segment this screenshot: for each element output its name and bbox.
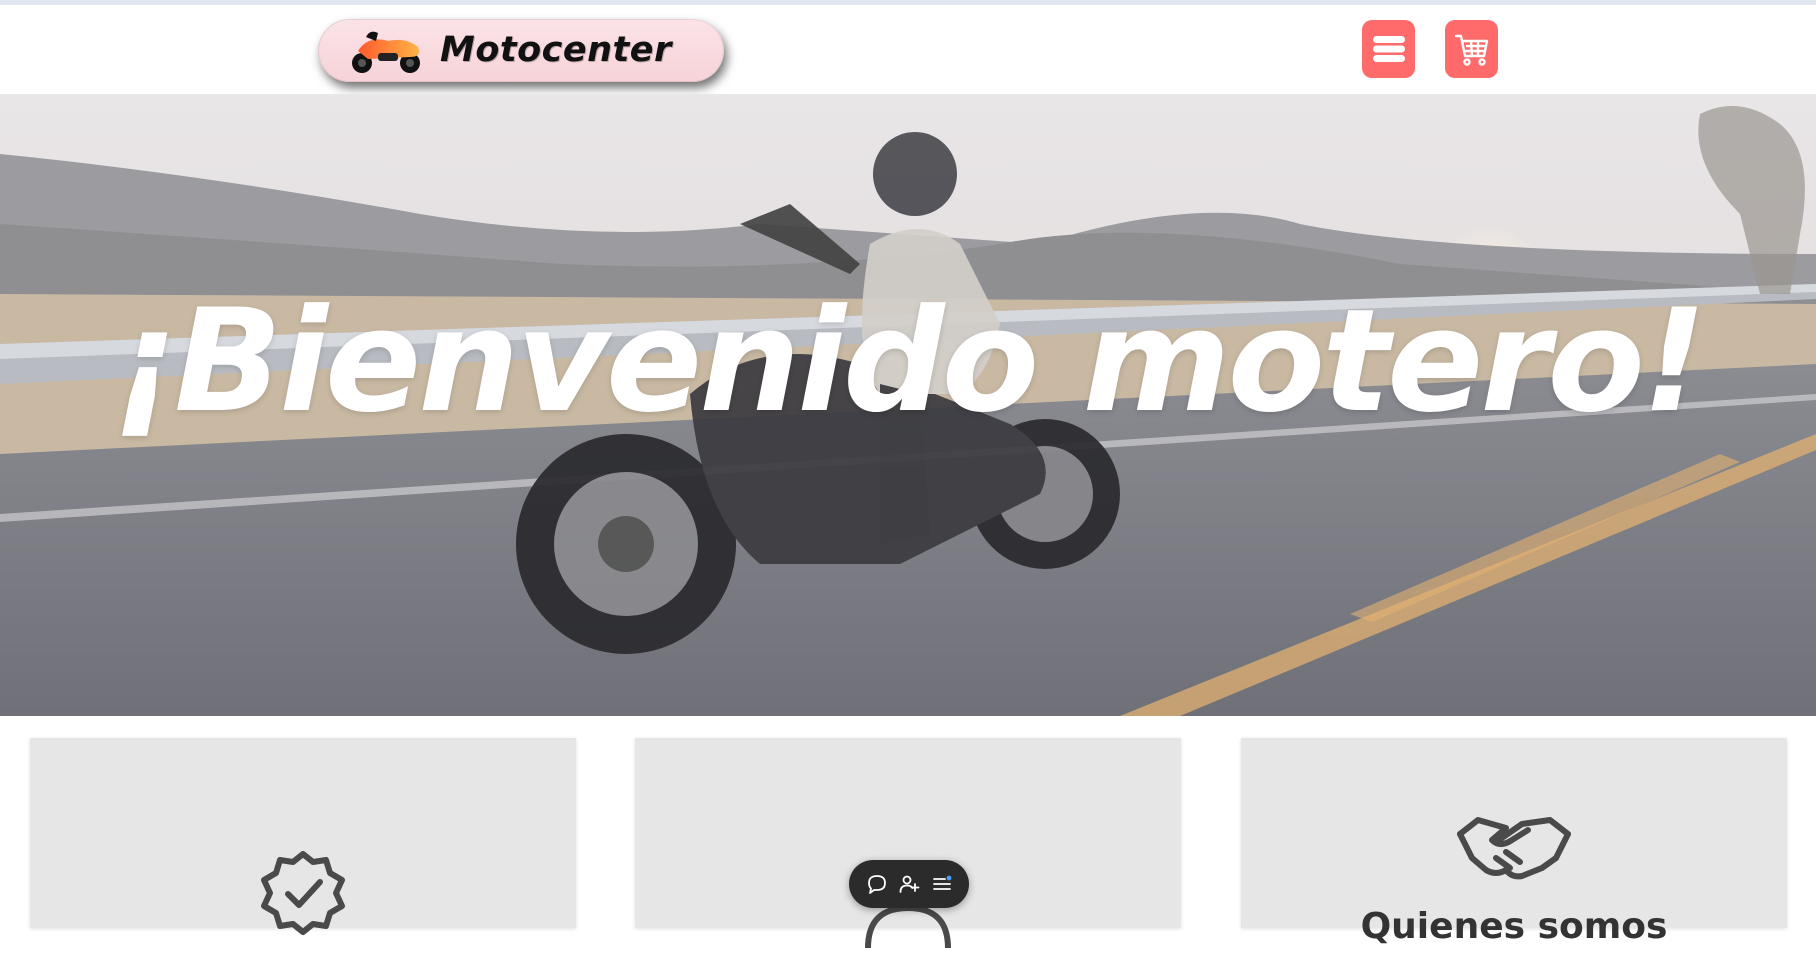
list-button[interactable] bbox=[929, 871, 955, 897]
feature-card bbox=[30, 738, 576, 935]
chat-icon bbox=[867, 875, 886, 894]
card-title: Quienes somos bbox=[1360, 906, 1668, 947]
floating-toolbar bbox=[849, 860, 969, 908]
shopping-cart-icon bbox=[1454, 34, 1488, 66]
chat-button[interactable] bbox=[864, 871, 890, 897]
cart-button[interactable] bbox=[1445, 20, 1498, 78]
feature-card: Quienes somos bbox=[1241, 738, 1787, 947]
logo-text: Motocenter bbox=[440, 30, 672, 70]
handshake-icon bbox=[1457, 817, 1571, 880]
motorcycle-logo-icon bbox=[352, 31, 420, 73]
hero-banner: ¡Bienvenido motero! bbox=[0, 94, 1816, 716]
logo-link[interactable]: Motocenter bbox=[318, 19, 724, 82]
hamburger-menu-icon bbox=[1372, 36, 1405, 62]
verified-badge-icon bbox=[261, 851, 345, 935]
site-header: Motocenter bbox=[0, 5, 1816, 94]
add-user-icon bbox=[899, 875, 920, 893]
menu-button[interactable] bbox=[1362, 20, 1415, 78]
list-icon bbox=[932, 875, 951, 890]
add-user-button[interactable] bbox=[896, 871, 922, 897]
hero-title: ¡Bienvenido motero! bbox=[112, 279, 1706, 444]
